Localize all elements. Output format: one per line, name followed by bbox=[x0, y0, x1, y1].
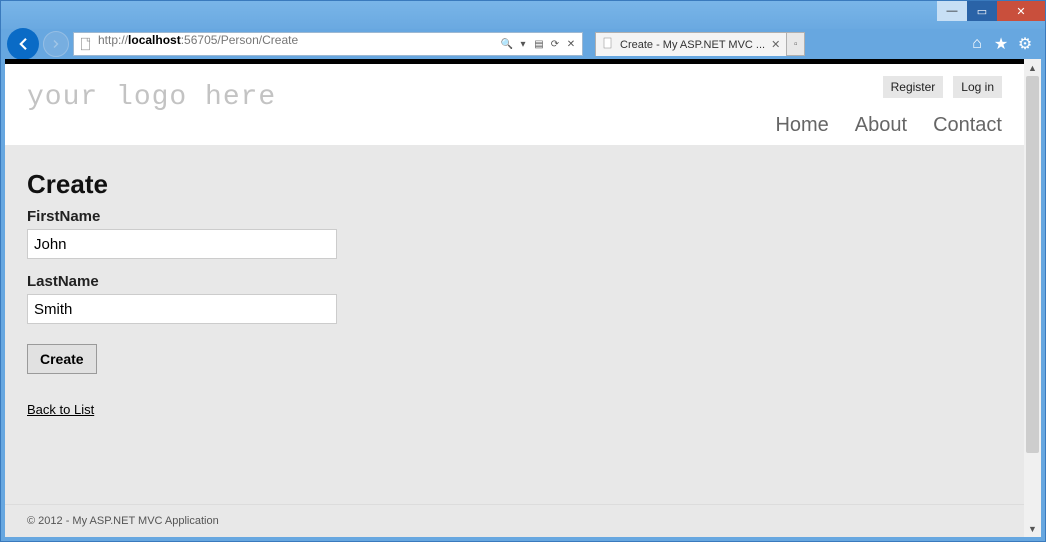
scroll-thumb[interactable] bbox=[1026, 76, 1039, 453]
nav-home[interactable]: Home bbox=[775, 114, 828, 137]
nav-contact[interactable]: Contact bbox=[933, 114, 1002, 137]
submit-row: Create bbox=[27, 344, 1002, 374]
home-icon[interactable]: ⌂ bbox=[969, 36, 985, 52]
firstname-input[interactable] bbox=[27, 229, 337, 259]
lastname-label: LastName bbox=[27, 273, 1002, 290]
tab-strip: Create - My ASP.NET MVC ... ✕ ▫ bbox=[595, 32, 805, 56]
header-right: Register Log in Home About Contact bbox=[775, 76, 1002, 137]
main-nav: Home About Contact bbox=[775, 114, 1002, 137]
register-link[interactable]: Register bbox=[883, 76, 944, 98]
page-icon bbox=[77, 35, 95, 53]
create-button[interactable]: Create bbox=[27, 344, 97, 374]
nav-forward-button[interactable] bbox=[43, 31, 69, 57]
url-path: :56705/Person/Create bbox=[181, 33, 298, 47]
compat-view-icon[interactable]: ▤ bbox=[532, 37, 546, 51]
firstname-label: FirstName bbox=[27, 208, 1002, 225]
url-proto: http:// bbox=[98, 33, 128, 47]
stop-icon[interactable]: ✕ bbox=[564, 37, 578, 51]
address-bar[interactable]: http://localhost:56705/Person/Create 🔍 ▾… bbox=[73, 32, 583, 56]
page-body: Create FirstName LastName Create Back to… bbox=[5, 145, 1024, 504]
site-logo[interactable]: your logo here bbox=[27, 76, 276, 113]
window-minimize-button[interactable]: — bbox=[937, 1, 967, 21]
lastname-input[interactable] bbox=[27, 294, 337, 324]
arrow-left-icon bbox=[14, 35, 32, 53]
url-host: localhost bbox=[128, 33, 181, 47]
browser-toolbar: http://localhost:56705/Person/Create 🔍 ▾… bbox=[1, 29, 1045, 59]
scroll-up-button[interactable]: ▲ bbox=[1024, 59, 1041, 76]
search-icon[interactable]: 🔍 bbox=[500, 37, 514, 51]
tools-gear-icon[interactable]: ⚙ bbox=[1017, 36, 1033, 52]
vertical-scrollbar[interactable]: ▲ ▼ bbox=[1024, 59, 1041, 537]
window-close-button[interactable]: ✕ bbox=[997, 1, 1045, 21]
new-tab-button[interactable]: ▫ bbox=[787, 32, 805, 56]
tab-favicon bbox=[602, 37, 614, 52]
nav-back-button[interactable] bbox=[7, 28, 39, 60]
favorites-icon[interactable]: ★ bbox=[993, 36, 1009, 52]
arrow-right-icon bbox=[50, 38, 62, 50]
account-links: Register Log in bbox=[883, 76, 1002, 98]
browser-window: — ▭ ✕ http://localhost:56705/Person/Crea… bbox=[0, 0, 1046, 542]
page-footer: © 2012 - My ASP.NET MVC Application bbox=[5, 504, 1024, 537]
nav-about[interactable]: About bbox=[855, 114, 907, 137]
toolbar-right: ⌂ ★ ⚙ bbox=[969, 36, 1039, 52]
url-text[interactable]: http://localhost:56705/Person/Create bbox=[98, 33, 500, 55]
address-bar-actions: 🔍 ▾ ▤ ⟳ ✕ bbox=[500, 37, 582, 51]
page-header: your logo here Register Log in Home Abou… bbox=[5, 64, 1024, 137]
search-dropdown-icon[interactable]: ▾ bbox=[516, 37, 530, 51]
refresh-icon[interactable]: ⟳ bbox=[548, 37, 562, 51]
scroll-track[interactable] bbox=[1024, 76, 1041, 520]
client-area: your logo here Register Log in Home Abou… bbox=[5, 59, 1041, 537]
page-title: Create bbox=[27, 169, 1002, 200]
window-maximize-button[interactable]: ▭ bbox=[967, 1, 997, 21]
window-controls: — ▭ ✕ bbox=[937, 1, 1045, 21]
tab-title: Create - My ASP.NET MVC ... bbox=[620, 39, 765, 51]
window-titlebar: — ▭ ✕ bbox=[1, 1, 1045, 29]
login-link[interactable]: Log in bbox=[953, 76, 1002, 98]
page-viewport: your logo here Register Log in Home Abou… bbox=[5, 59, 1024, 537]
back-to-list-link[interactable]: Back to List bbox=[27, 402, 94, 417]
browser-tab-active[interactable]: Create - My ASP.NET MVC ... ✕ bbox=[595, 32, 787, 56]
tab-close-button[interactable]: ✕ bbox=[771, 38, 780, 51]
scroll-down-button[interactable]: ▼ bbox=[1024, 520, 1041, 537]
